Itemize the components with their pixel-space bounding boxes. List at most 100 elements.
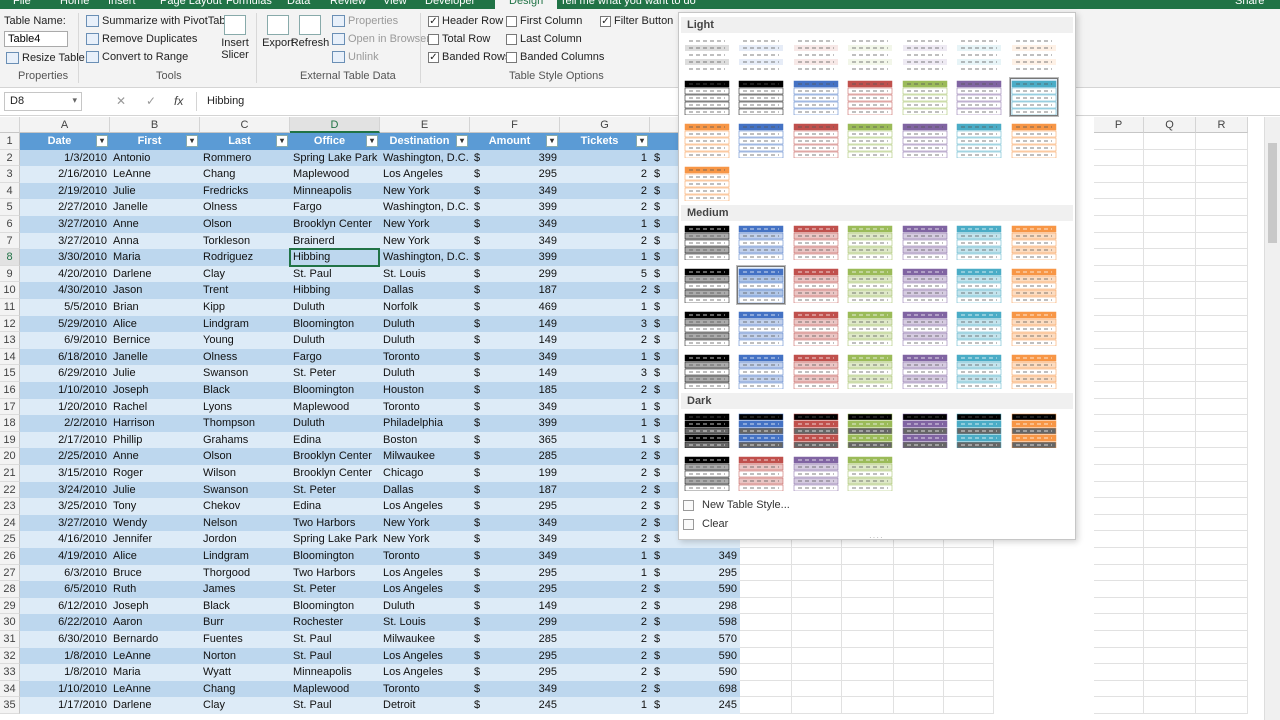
- table-style-swatch[interactable]: [683, 35, 731, 73]
- table-cell[interactable]: 4/20/2010: [20, 265, 110, 283]
- table-cell[interactable]: 2/2/2010: [20, 415, 110, 432]
- scroll-thumb[interactable]: [1268, 143, 1277, 243]
- row-header[interactable]: 17: [0, 398, 20, 416]
- table-cell[interactable]: Houston: [380, 382, 470, 399]
- table-cell[interactable]: Nelson: [200, 514, 290, 532]
- table-style-swatch[interactable]: [1010, 223, 1058, 261]
- table-cell[interactable]: 590 $: [650, 581, 740, 598]
- table-style-swatch[interactable]: [955, 223, 1003, 261]
- table-cell[interactable]: 149 $: [470, 597, 560, 615]
- table-cell[interactable]: 349 $: [470, 531, 560, 548]
- table-cell[interactable]: 365 $: [470, 431, 560, 449]
- table-cell[interactable]: Bernardo: [110, 631, 200, 648]
- table-cell[interactable]: 2: [560, 481, 650, 499]
- row-header[interactable]: 14: [0, 348, 20, 366]
- table-cell[interactable]: Antonio: [110, 149, 200, 167]
- table-cell[interactable]: 2/16/2010: [20, 166, 110, 183]
- row-header[interactable]: 5: [0, 199, 20, 216]
- row-header[interactable]: 11: [0, 299, 20, 316]
- table-cell[interactable]: 399 $: [470, 249, 560, 266]
- table-cell[interactable]: Aaron: [110, 614, 200, 631]
- table-style-swatch[interactable]: [792, 223, 840, 261]
- table-style-swatch[interactable]: [1010, 309, 1058, 347]
- vertical-scrollbar[interactable]: [1264, 117, 1280, 720]
- table-cell[interactable]: 1/8/2010: [20, 647, 110, 665]
- table-cell[interactable]: Olness: [200, 199, 290, 216]
- refresh-button[interactable]: Refresh: [290, 15, 330, 49]
- table-cell[interactable]: Julie: [110, 481, 200, 499]
- row-header[interactable]: 35: [0, 697, 20, 714]
- table-style-swatch[interactable]: [901, 223, 949, 261]
- table-cell[interactable]: Duluth: [290, 332, 380, 349]
- table-header-cell[interactable]: First ▾: [110, 133, 200, 150]
- table-cell[interactable]: Janelle: [110, 199, 200, 216]
- table-cell[interactable]: Two Harbors: [290, 514, 380, 532]
- table-style-swatch[interactable]: [846, 411, 894, 449]
- filter-dropdown-icon[interactable]: ▾: [546, 135, 558, 147]
- table-cell[interactable]: Joseph: [110, 597, 200, 615]
- table-cell[interactable]: Harrison: [110, 415, 200, 432]
- table-cell[interactable]: New York: [380, 232, 470, 250]
- table-cell[interactable]: Hibbing: [290, 282, 380, 299]
- table-cell[interactable]: LeAnne: [110, 166, 200, 183]
- table-style-swatch[interactable]: [846, 223, 894, 261]
- cancel-icon[interactable]: ✕: [116, 94, 126, 108]
- table-style-swatch[interactable]: [737, 352, 785, 390]
- row-header[interactable]: 4: [0, 182, 20, 200]
- table-style-swatch[interactable]: [846, 352, 894, 390]
- table-cell[interactable]: Wyatt: [200, 664, 290, 681]
- table-header-cell[interactable]: Office ▾: [290, 133, 380, 150]
- table-style-swatch[interactable]: [846, 266, 894, 304]
- table-cell[interactable]: Jennifer: [110, 531, 200, 548]
- table-cell[interactable]: Milwaukee: [380, 448, 470, 465]
- table-style-swatch[interactable]: [901, 309, 949, 347]
- table-cell[interactable]: 1/10/2010: [20, 382, 110, 399]
- table-cell[interactable]: 570 $: [650, 631, 740, 648]
- row-header[interactable]: 26: [0, 548, 20, 565]
- ribbon-tab[interactable]: Page Layout: [160, 0, 222, 7]
- table-style-swatch[interactable]: [1010, 266, 1058, 304]
- table-cell[interactable]: Roger: [110, 465, 200, 482]
- table-cell[interactable]: Detroit: [380, 697, 470, 714]
- table-name-input[interactable]: [4, 31, 68, 47]
- table-cell[interactable]: 2: [560, 282, 650, 299]
- row-header[interactable]: 31: [0, 631, 20, 648]
- table-cell[interactable]: Los Angeles: [380, 498, 470, 515]
- table-cell[interactable]: Anna: [110, 232, 200, 250]
- function-icon[interactable]: fx: [174, 94, 183, 108]
- table-cell[interactable]: Boston: [380, 431, 470, 449]
- table-cell[interactable]: Dallas: [380, 282, 470, 299]
- table-cell[interactable]: Edina: [290, 431, 380, 449]
- table-cell[interactable]: 6/22/2010: [20, 614, 110, 631]
- table-cell[interactable]: Los Angeles: [380, 664, 470, 681]
- table-cell[interactable]: 590 $: [650, 647, 740, 665]
- table-cell[interactable]: 698 $: [650, 680, 740, 698]
- table-cell[interactable]: St. Louis: [380, 265, 470, 283]
- table-cell[interactable]: 598 $: [650, 614, 740, 631]
- table-cell[interactable]: 2: [560, 382, 650, 399]
- table-style-swatch[interactable]: [901, 266, 949, 304]
- table-cell[interactable]: Chicago: [380, 465, 470, 482]
- table-style-swatch[interactable]: [1010, 35, 1058, 73]
- table-cell[interactable]: Anne: [110, 448, 200, 465]
- table-cell[interactable]: Milwaukee: [380, 631, 470, 648]
- table-cell[interactable]: 349 $: [470, 680, 560, 698]
- table-cell[interactable]: 299 $: [470, 614, 560, 631]
- table-cell[interactable]: 1: [560, 564, 650, 582]
- properties-button[interactable]: Properties: [332, 15, 398, 27]
- ribbon-tab[interactable]: Formulas: [226, 0, 272, 7]
- table-cell[interactable]: 6/9/2010: [20, 332, 110, 349]
- table-cell[interactable]: Bloomington: [290, 382, 380, 399]
- banded-columns-checkbox[interactable]: Banded Columns: [506, 51, 604, 63]
- table-cell[interactable]: Black: [200, 382, 290, 399]
- table-style-swatch[interactable]: [737, 309, 785, 347]
- table-cell[interactable]: 187 $: [470, 282, 560, 299]
- table-style-swatch[interactable]: [792, 35, 840, 73]
- table-cell[interactable]: 2: [560, 166, 650, 183]
- ribbon-tab[interactable]: Developer: [425, 0, 475, 7]
- table-cell[interactable]: Bernice: [110, 332, 200, 349]
- row-header[interactable]: 7: [0, 232, 20, 250]
- table-style-swatch[interactable]: [683, 266, 731, 304]
- table-cell[interactable]: 295 $: [650, 564, 740, 582]
- remove-duplicates-button[interactable]: Remove Duplicates: [86, 33, 197, 45]
